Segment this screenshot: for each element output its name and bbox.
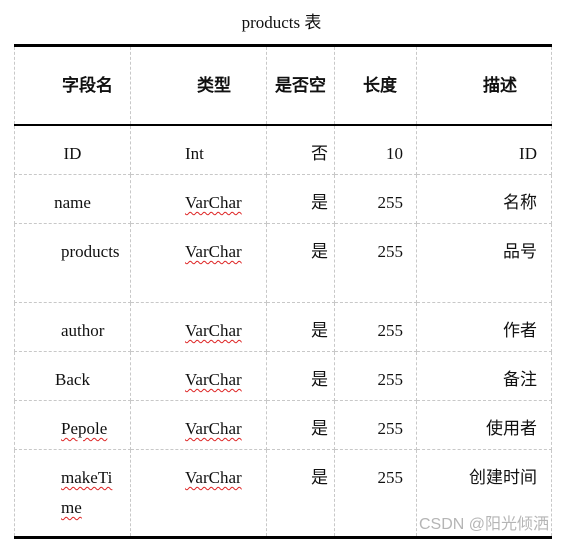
cell-description: ID — [416, 125, 552, 175]
watermark: CSDN @阳光倾洒 — [418, 516, 549, 533]
cell-nullable: 是 — [266, 400, 335, 450]
cell-description: 使用者 — [416, 400, 552, 450]
cell-nullable: 否 — [266, 125, 335, 175]
cell-type: VarChar — [130, 174, 267, 224]
header-field-name: 字段名 — [14, 44, 131, 126]
table-row: name VarChar 是 255 名称 — [14, 174, 552, 224]
cell-length: 255 — [334, 400, 417, 450]
header-type: 类型 — [130, 44, 267, 126]
cell-length: 255 — [334, 223, 417, 303]
cell-field-name: Pepole — [14, 400, 131, 450]
cell-description: 品号 — [416, 223, 552, 303]
cell-nullable: 是 — [266, 449, 335, 539]
cell-type: VarChar — [130, 351, 267, 401]
cell-field-name: author — [14, 302, 131, 352]
cell-length: 10 — [334, 125, 417, 175]
cell-description: 备注 — [416, 351, 552, 401]
cell-type: VarChar — [130, 223, 267, 303]
cell-type: VarChar — [130, 449, 267, 539]
cell-field-name: makeTime — [14, 449, 131, 539]
cell-nullable: 是 — [266, 174, 335, 224]
cell-type: VarChar — [130, 302, 267, 352]
cell-length: 255 — [334, 302, 417, 352]
cell-field-name: name — [14, 174, 131, 224]
table-row: products VarChar 是 255 品号 — [14, 223, 552, 303]
cell-field-name: products — [14, 223, 131, 303]
products-table: 字段名 类型 是否空 长度 描述 ID Int 否 10 ID name VarChar 是 2… — [14, 44, 552, 539]
cell-nullable: 是 — [266, 302, 335, 352]
cell-length: 255 — [334, 351, 417, 401]
cell-description: 作者 — [416, 302, 552, 352]
header-length: 长度 — [334, 44, 417, 126]
header-description: 描述 — [416, 44, 552, 126]
table-caption: products 表 — [241, 13, 322, 32]
cell-nullable: 是 — [266, 223, 335, 303]
cell-type: VarChar — [130, 400, 267, 450]
table-row: author VarChar 是 255 作者 — [14, 302, 552, 352]
cell-field-name: ID — [14, 125, 131, 175]
table-row: Pepole VarChar 是 255 使用者 — [14, 400, 552, 450]
cell-length: 255 — [334, 449, 417, 539]
cell-field-name: Back — [14, 351, 131, 401]
table-row: ID Int 否 10 ID — [14, 125, 552, 175]
cell-nullable: 是 — [266, 351, 335, 401]
cell-length: 255 — [334, 174, 417, 224]
table-header-row: 字段名 类型 是否空 长度 描述 — [14, 44, 552, 126]
table-row: Back VarChar 是 255 备注 — [14, 351, 552, 401]
cell-description: 名称 — [416, 174, 552, 224]
header-nullable: 是否空 — [266, 44, 335, 126]
cell-type: Int — [130, 125, 267, 175]
